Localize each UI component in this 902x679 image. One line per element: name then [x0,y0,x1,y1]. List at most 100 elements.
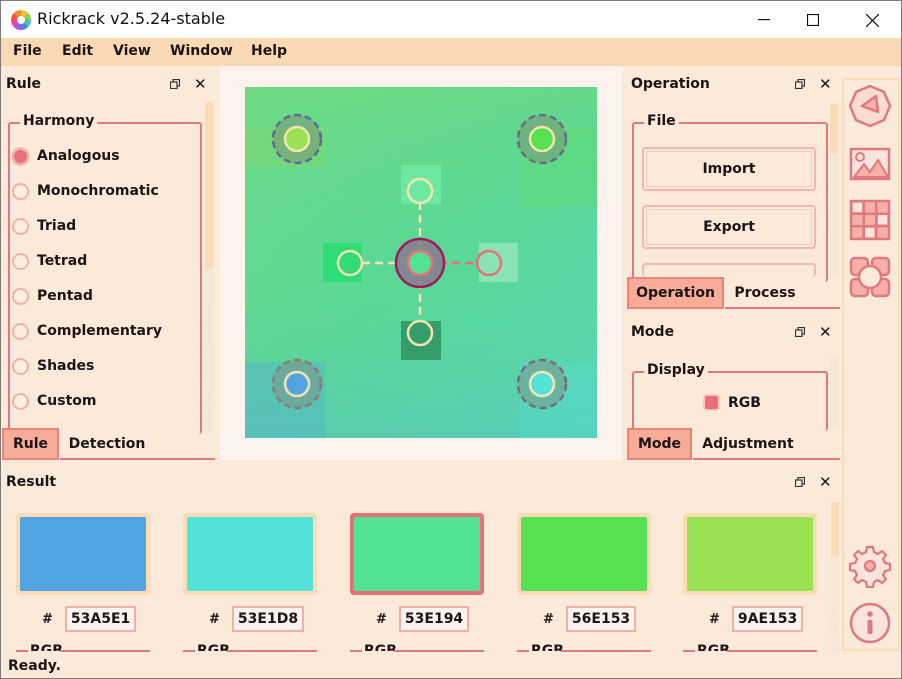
color-swatch[interactable] [183,513,317,595]
checkbox-label: RGB [728,394,761,411]
close-panel-icon[interactable]: ✕ [194,75,207,93]
info-icon[interactable] [848,601,892,645]
tab-rule[interactable]: Rule [2,428,59,460]
rgb-group-label: RGB [364,643,397,651]
image-icon[interactable] [848,142,892,186]
close-panel-icon[interactable]: ✕ [819,323,832,341]
corner-handle[interactable] [271,113,323,165]
rgb-group-border [394,650,484,652]
radio-pentad[interactable]: Pentad [12,286,93,306]
color-swatch[interactable] [16,513,150,595]
menu-window[interactable]: Window [170,43,233,59]
menu-help[interactable]: Help [251,43,287,59]
hex-row: #53A5E1 [42,606,137,632]
hex-input[interactable]: 9AE153 [731,606,804,632]
maximize-button[interactable] [790,1,836,39]
radio-label: Custom [37,393,97,409]
rgb-group-border [60,650,150,652]
hex-row: #56E153 [543,606,637,632]
rgb-group-label: RGB [697,643,730,651]
board-icon[interactable] [848,255,892,299]
rule-panel-title: Rule [6,76,42,92]
float-icon[interactable] [795,327,805,337]
tab-mode[interactable]: Mode [627,428,692,460]
radio-triad[interactable]: Triad [12,216,76,236]
close-icon [865,13,879,27]
operation-scrollbar-thumb[interactable] [830,104,838,154]
hash-label: # [209,611,220,627]
rgb-group-border [561,650,651,652]
mode-panel-title: Mode [631,324,675,340]
hex-input[interactable]: 56E153 [565,606,637,632]
display-group-label: Display [644,362,708,378]
radio-tetrad[interactable]: Tetrad [12,251,87,271]
tab-operation[interactable]: Operation [627,277,724,309]
color-swatch[interactable] [517,513,651,595]
more-button[interactable] [642,263,816,277]
radio-monochromatic[interactable]: Monochromatic [12,181,159,201]
rgb-checkbox[interactable]: RGB [703,394,761,411]
rgb-group-border [517,650,529,652]
wheel-cell [323,243,362,282]
radio-custom[interactable]: Custom [12,391,96,411]
result-panel-title: Result [6,474,57,490]
hex-input[interactable]: 53E1D8 [231,606,305,632]
radio-complementary[interactable]: Complementary [12,321,162,341]
radio-indicator [12,357,29,375]
hex-input[interactable]: 53A5E1 [64,606,137,632]
mode-scrollbar[interactable] [830,356,838,428]
float-icon[interactable] [795,79,805,89]
radio-label: Triad [37,218,77,234]
menu-file[interactable]: File [13,43,42,59]
maximize-icon [807,14,819,26]
wheel-icon[interactable] [848,84,892,128]
menu-bar: File Edit View Window Help [0,38,902,66]
color-swatch[interactable] [683,513,817,595]
float-icon[interactable] [795,477,805,487]
center-handle[interactable] [394,237,446,289]
close-panel-icon[interactable]: ✕ [819,473,832,491]
radio-shades[interactable]: Shades [12,356,94,376]
status-text: Ready. [8,658,61,674]
corner-handle[interactable] [516,113,568,165]
checkbox-indicator [703,394,720,411]
window-title: Rickrack v2.5.24-stable [37,9,226,28]
radio-indicator [12,147,29,165]
rgb-group-border [227,650,317,652]
float-icon[interactable] [170,79,180,89]
minimize-button[interactable] [741,1,787,39]
radio-indicator [12,287,29,305]
menu-edit[interactable]: Edit [62,43,93,59]
hex-row: #53E1D8 [209,606,305,632]
color-swatch[interactable] [350,513,484,595]
tab-process[interactable]: Process [725,277,805,309]
corner-handle[interactable] [516,358,568,410]
minimize-icon [758,19,770,21]
radio-analogous[interactable]: Analogous [12,146,120,166]
close-panel-icon[interactable]: ✕ [819,75,832,93]
harmony-group: Harmony [8,113,202,434]
app-logo-icon [11,10,31,30]
rgb-group-label: RGB [30,643,63,651]
rgb-group-border [183,650,195,652]
rgb-group-label: RGB [197,643,230,651]
tab-adjustment[interactable]: Adjustment [693,428,803,460]
hex-input[interactable]: 53E194 [398,606,470,632]
corner-handle[interactable] [271,358,323,410]
radio-label: Analogous [37,148,120,164]
result-scrollbar-thumb[interactable] [831,502,839,557]
hash-label: # [543,611,554,627]
grid-icon[interactable] [848,198,892,242]
close-window-button[interactable] [849,1,895,39]
settings-icon[interactable] [848,544,892,588]
wheel-cell [479,243,518,282]
color-wheel[interactable] [245,87,597,438]
tab-underline [725,307,840,309]
tab-detection[interactable]: Detection [60,428,154,460]
rgb-group-border [350,650,362,652]
export-button[interactable]: Export [642,205,816,249]
import-button[interactable]: Import [642,147,816,191]
rule-scrollbar-thumb[interactable] [205,102,213,268]
tab-underline [693,458,840,460]
menu-view[interactable]: View [113,43,151,59]
